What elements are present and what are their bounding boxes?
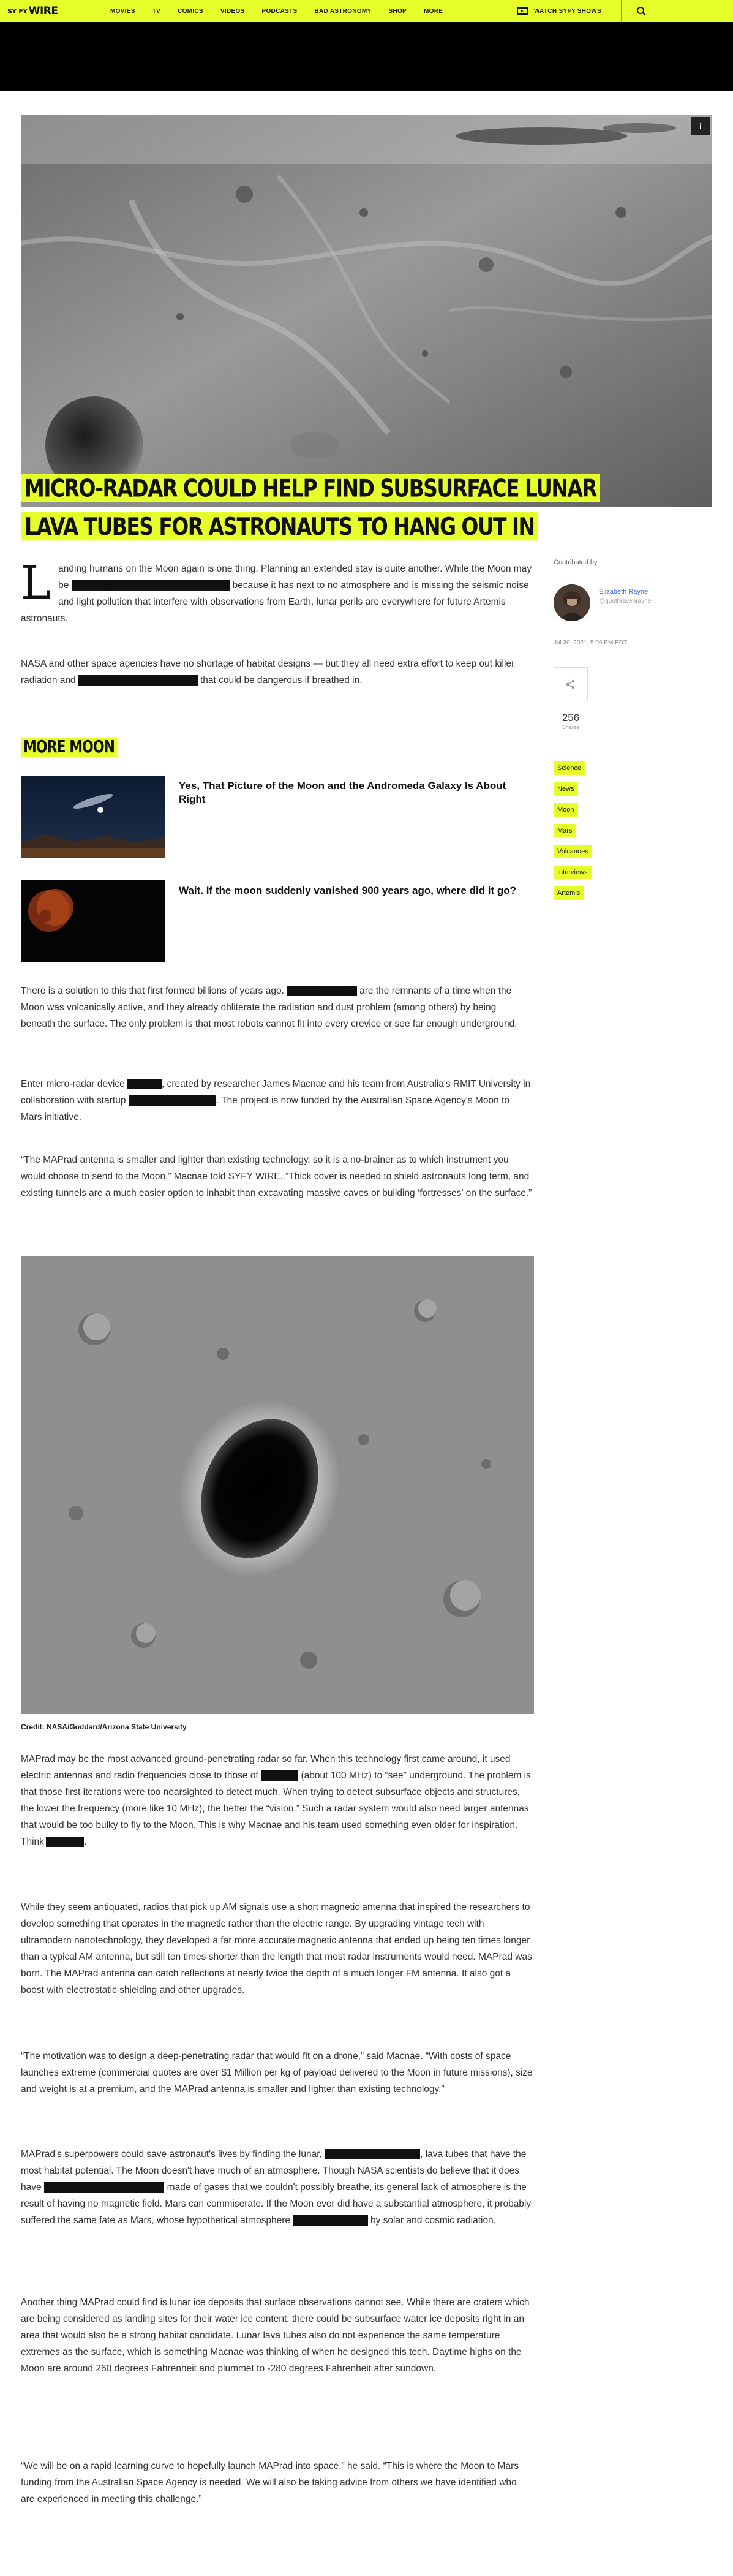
- watch-syfy-shows-link[interactable]: WATCH SYFY SHOWS: [517, 0, 601, 22]
- paragraph-text: MAPrad's superpowers could save astronau…: [21, 2149, 325, 2159]
- related-article-2[interactable]: Wait. If the moon suddenly vanished 900 …: [21, 880, 535, 962]
- article-paragraph-1: Landing humans on the Moon again is one …: [21, 561, 533, 627]
- article-paragraph-7: While they seem antiquated, radios that …: [21, 1899, 533, 1998]
- nav-item-more[interactable]: MORE: [424, 8, 443, 15]
- article-headline: Micro-radar could help find subsurface l…: [21, 469, 609, 546]
- related-thumb-moon-andromeda[interactable]: [21, 776, 165, 858]
- drop-cap: L: [21, 557, 51, 610]
- link-moon-mining[interactable]: Moon Mining Limited: [128, 1095, 216, 1106]
- contributed-by-label: Contributed by: [554, 559, 598, 566]
- share-button[interactable]: [554, 667, 588, 701]
- logo-syfy-mark: SY FY: [7, 7, 28, 15]
- paragraph-text: by solar and cosmic radiation.: [367, 2215, 496, 2226]
- author-handle[interactable]: @quothravenrayne: [599, 598, 651, 605]
- ad-banner: [0, 22, 733, 91]
- link-maprad[interactable]: MAPrad: [127, 1079, 162, 1089]
- related-title-1[interactable]: Yes, That Picture of the Moon and the An…: [179, 779, 522, 806]
- article-paragraph-6: MAPrad may be the most advanced ground-p…: [21, 1751, 533, 1850]
- lunar-pit-photo: [21, 1256, 534, 1714]
- tag-science[interactable]: Science: [554, 761, 585, 775]
- paragraph-text: “The MAPrad antenna is smaller and light…: [21, 1155, 532, 1198]
- related-title-2[interactable]: Wait. If the moon suddenly vanished 900 …: [179, 884, 522, 897]
- article-paragraph-2: NASA and other space agencies have no sh…: [21, 655, 533, 689]
- nav-item-videos[interactable]: VIDEOS: [220, 8, 245, 15]
- photo-credit: Credit: NASA/Goddard/Arizona State Unive…: [21, 1723, 187, 1731]
- nav-item-movies[interactable]: MOVIES: [110, 8, 135, 15]
- article-paragraph-4: Enter micro-radar device MAPrad, created…: [21, 1076, 533, 1125]
- nav-item-tv[interactable]: TV: [152, 8, 160, 15]
- share-count: 256: [562, 712, 580, 723]
- logo-wire-text: WIRE: [28, 5, 58, 17]
- article-paragraph-5: “The MAPrad antenna is smaller and light…: [21, 1152, 533, 1201]
- share-icon: [566, 679, 575, 689]
- link-atmosphere[interactable]: something of an atmosphere: [43, 2182, 165, 2193]
- nav-divider: [621, 0, 622, 22]
- nav-item-podcasts[interactable]: PODCASTS: [262, 8, 298, 15]
- paragraph-text: .: [84, 1837, 87, 1847]
- paragraph-text: There is a solution to this that first f…: [21, 986, 287, 996]
- related-article-1[interactable]: Yes, That Picture of the Moon and the An…: [21, 776, 535, 858]
- article-paragraph-8: “The motivation was to design a deep-pen…: [21, 2048, 533, 2098]
- headline-text: Micro-radar could help find subsurface l…: [21, 474, 601, 541]
- paragraph-text: Enter micro-radar device: [21, 1079, 128, 1089]
- link-dust[interactable]: dust made of sharp particles: [78, 675, 198, 686]
- publish-date: Jul 30, 2021, 5:06 PM EDT: [554, 640, 628, 646]
- image-info-button[interactable]: i: [691, 117, 710, 135]
- article-paragraph-9: MAPrad's superpowers could save astronau…: [21, 2146, 533, 2229]
- author-name-link[interactable]: Elizabeth Rayne: [599, 588, 648, 595]
- hero-moon-surface-image: i: [21, 115, 712, 507]
- moon-surface-illustration: [21, 115, 712, 507]
- search-icon: [637, 7, 646, 16]
- syfy-wire-logo[interactable]: SY FY WIRE: [7, 4, 58, 18]
- tag-mars[interactable]: Mars: [554, 824, 576, 837]
- watch-label: WATCH SYFY SHOWS: [534, 7, 601, 15]
- more-moon-heading-text: More Moon: [21, 738, 117, 757]
- article-paragraph-3: There is a solution to this that first f…: [21, 983, 533, 1032]
- paragraph-text: that could be dangerous if breathed in.: [197, 675, 363, 686]
- avatar-image: [554, 584, 590, 621]
- tv-play-icon: [517, 7, 528, 15]
- related-thumb-vanished-moon[interactable]: [21, 880, 165, 962]
- tag-moon[interactable]: Moon: [554, 803, 578, 817]
- article-paragraph-10: Another thing MAPrad could find is lunar…: [21, 2294, 533, 2377]
- share-label: Shares: [562, 724, 580, 730]
- author-avatar[interactable]: [554, 584, 590, 621]
- tag-artemis[interactable]: Artemis: [554, 886, 584, 900]
- top-nav-bar: SY FY WIRE MOVIES TV COMICS VIDEOS PODCA…: [0, 0, 733, 22]
- link-observatory[interactable]: the ideal place to park an observatory: [71, 580, 230, 591]
- more-moon-heading: More Moon: [21, 738, 117, 757]
- link-martian[interactable]: and eventually Martian: [325, 2149, 421, 2159]
- link-am-radio[interactable]: AM radio: [46, 1837, 85, 1847]
- lunar-pit-illustration: [21, 1256, 534, 1714]
- link-blasted-away[interactable]: was blasted away: [293, 2215, 368, 2226]
- tag-volcanoes[interactable]: Volcanoes: [554, 845, 592, 858]
- search-button[interactable]: [634, 5, 649, 17]
- eclipsed-moon-thumbnail: [21, 880, 165, 962]
- paragraph-text: (about 100 MHz) to “see” underground. Th…: [21, 1770, 531, 1847]
- nav-item-bad-astronomy[interactable]: BAD ASTRONOMY: [314, 8, 371, 15]
- paragraph-text: Another thing MAPrad could find is lunar…: [21, 2297, 530, 2374]
- link-lava-tubes[interactable]: Lunar lava tubes: [287, 986, 357, 996]
- article-paragraph-11: “We will be on a rapid learning curve to…: [21, 2458, 533, 2507]
- nav-item-comics[interactable]: COMICS: [178, 8, 203, 15]
- paragraph-text: While they seem antiquated, radios that …: [21, 1902, 532, 1995]
- main-nav: MOVIES TV COMICS VIDEOS PODCASTS BAD AST…: [110, 0, 460, 22]
- moon-andromeda-thumbnail: [21, 776, 165, 858]
- nav-item-shop[interactable]: SHOP: [388, 8, 407, 15]
- paragraph-text: “The motivation was to design a deep-pen…: [21, 2051, 533, 2094]
- paragraph-text: “We will be on a rapid learning curve to…: [21, 2461, 519, 2504]
- tag-news[interactable]: News: [554, 782, 578, 796]
- tag-interviews[interactable]: Interviews: [554, 866, 592, 879]
- link-fm-radio[interactable]: FM radio: [261, 1770, 299, 1781]
